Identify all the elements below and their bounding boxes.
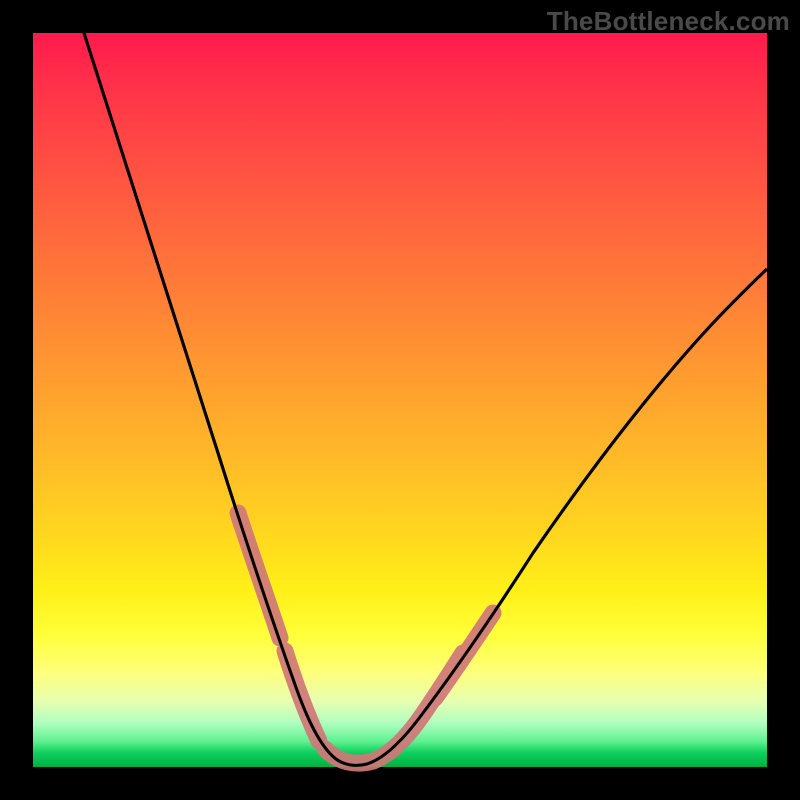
curve-path — [84, 33, 767, 765]
curve-overDraw — [84, 33, 767, 765]
bottleneck-curve — [33, 33, 767, 767]
chart-frame: TheBottleneck.com — [0, 0, 800, 800]
plot-area — [33, 33, 767, 767]
highlight-markers — [238, 513, 493, 763]
